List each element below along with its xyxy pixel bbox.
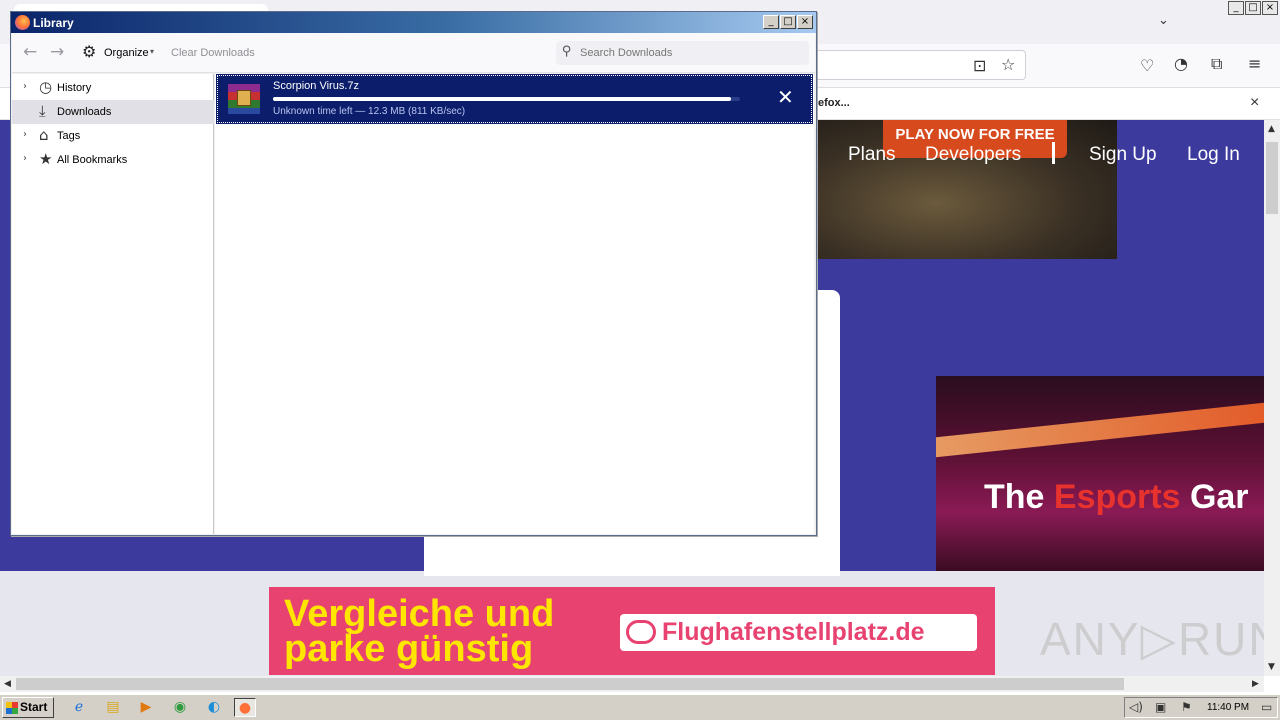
- chevron-down-icon: ▾: [150, 47, 155, 56]
- explorer-icon[interactable]: ▤: [102, 698, 124, 717]
- stage-lights: [936, 402, 1264, 458]
- browser-minimize-button[interactable]: _: [1228, 1, 1244, 15]
- vertical-scrollbar[interactable]: ▲ ▼: [1264, 120, 1280, 676]
- scroll-right-icon[interactable]: ▶: [1252, 679, 1259, 689]
- twisty-icon[interactable]: ›: [23, 129, 27, 140]
- winrar-archive-icon: [228, 84, 260, 114]
- sidebar-item-label: History: [57, 82, 92, 94]
- edge-icon[interactable]: ◐: [203, 698, 225, 717]
- esports-heading: The Esports Gar: [984, 478, 1249, 516]
- clock: 11:40 PM: [1207, 702, 1250, 713]
- library-close-button[interactable]: ×: [797, 15, 813, 29]
- volume-icon[interactable]: ◁): [1129, 700, 1143, 714]
- ad-cta-button[interactable]: Flughafenstellplatz.de: [620, 614, 977, 651]
- search-box[interactable]: ⚲: [556, 41, 809, 65]
- account-icon[interactable]: ◔: [1174, 54, 1188, 73]
- library-toolbar: ← → ⚙ Organize ▾ Clear Downloads ⚲: [12, 33, 815, 73]
- scroll-up-icon[interactable]: ▲: [1268, 124, 1275, 134]
- download-icon: ⤓: [39, 102, 46, 120]
- notification-text: efox...: [818, 97, 850, 109]
- taskbar: Start ℯ ▤ ▶ ◉ ◐ ● ◁) ▣ ⚑ 11:40 PM ▭: [0, 694, 1280, 720]
- flag-icon[interactable]: ⚑: [1181, 700, 1192, 714]
- downloads-list: Scorpion Virus.7z Unknown time left — 12…: [215, 74, 814, 534]
- url-bar[interactable]: ⊡ ☆: [815, 50, 1026, 80]
- advertisement-banner[interactable]: Vergleiche und parke günstig Flughafenst…: [269, 587, 995, 675]
- library-minimize-button[interactable]: _: [763, 15, 779, 29]
- star-icon: ★: [39, 150, 53, 168]
- sidebar-item-all-bookmarks[interactable]: › ★ All Bookmarks: [12, 148, 214, 172]
- chevron-down-icon[interactable]: ⌄: [1158, 12, 1169, 28]
- sidebar-item-label: All Bookmarks: [57, 154, 128, 166]
- search-icon: ⚲: [562, 44, 572, 59]
- nav-divider: [1052, 142, 1055, 164]
- horizontal-scroll-thumb[interactable]: [16, 678, 1124, 690]
- show-desktop-icon[interactable]: ▭: [1261, 700, 1272, 714]
- library-window: Library _ □ × ← → ⚙ Organize ▾ Clear Dow…: [10, 11, 817, 536]
- sidebar-item-label: Tags: [57, 130, 81, 142]
- download-status: Unknown time left — 12.3 MB (811 KB/sec): [273, 106, 466, 117]
- scroll-left-icon[interactable]: ◀: [4, 679, 11, 689]
- firefox-icon[interactable]: ●: [234, 698, 256, 717]
- clock-icon: ◷: [39, 78, 53, 96]
- start-button[interactable]: Start: [2, 697, 54, 718]
- library-sidebar: › ◷ History ⤓ Downloads › ⌂ Tags › ★ All…: [12, 74, 214, 534]
- download-item[interactable]: Scorpion Virus.7z Unknown time left — 12…: [216, 74, 813, 124]
- sidebar-item-history[interactable]: › ◷ History: [12, 76, 214, 100]
- download-filename: Scorpion Virus.7z: [273, 80, 360, 92]
- twisty-icon[interactable]: ›: [23, 81, 27, 92]
- bookmark-star-icon[interactable]: ☆: [1001, 55, 1015, 74]
- nav-log-in-link[interactable]: Log In: [1187, 144, 1240, 166]
- forward-arrow-icon[interactable]: →: [50, 42, 64, 62]
- download-progress-bar: [273, 97, 740, 101]
- browser-maximize-button[interactable]: □: [1245, 1, 1261, 15]
- horizontal-scrollbar[interactable]: ◀ ▶: [0, 676, 1264, 692]
- organize-label: Organize: [104, 47, 149, 59]
- vertical-scroll-thumb[interactable]: [1266, 142, 1278, 214]
- start-label: Start: [20, 700, 48, 714]
- network-icon[interactable]: ▣: [1155, 700, 1166, 714]
- ad-headline-2: parke günstig: [284, 628, 534, 670]
- download-progress-fill: [273, 97, 731, 101]
- anyrun-watermark: ANY▷RUN: [1040, 613, 1264, 665]
- menu-icon[interactable]: ≡: [1248, 54, 1261, 73]
- extensions-icon[interactable]: ⧉: [1211, 54, 1222, 74]
- library-title-bar[interactable]: Library _ □ ×: [11, 12, 816, 33]
- sidebar-item-tags[interactable]: › ⌂ Tags: [12, 124, 214, 148]
- ad-cta-label: Flughafenstellplatz.de: [662, 618, 925, 646]
- library-title: Library: [33, 16, 74, 30]
- search-input[interactable]: [580, 41, 805, 65]
- nav-plans-link[interactable]: Plans: [848, 144, 896, 166]
- tag-icon: ⌂: [39, 126, 49, 144]
- nav-developers-link[interactable]: Developers: [925, 144, 1021, 166]
- car-icon: [626, 620, 656, 644]
- windows-logo-icon: [6, 702, 18, 714]
- browser-close-button[interactable]: ×: [1262, 1, 1278, 15]
- system-tray: ◁) ▣ ⚑ 11:40 PM ▭: [1124, 697, 1278, 718]
- firefox-icon: [15, 15, 30, 30]
- gear-icon: ⚙: [82, 42, 97, 61]
- sidebar-item-downloads[interactable]: ⤓ Downloads: [12, 100, 214, 124]
- pocket-icon[interactable]: ♡: [1140, 56, 1154, 75]
- ie-icon[interactable]: ℯ: [68, 698, 90, 717]
- scroll-down-icon[interactable]: ▼: [1268, 662, 1275, 672]
- twisty-icon[interactable]: ›: [23, 153, 27, 164]
- esports-promo-card[interactable]: The Esports Gar: [936, 376, 1264, 571]
- nav-sign-up-link[interactable]: Sign Up: [1089, 144, 1157, 166]
- chrome-icon[interactable]: ◉: [169, 698, 191, 717]
- media-player-icon[interactable]: ▶: [135, 698, 157, 717]
- cancel-download-button[interactable]: ✕: [777, 87, 794, 107]
- clear-downloads-button[interactable]: Clear Downloads: [171, 47, 255, 59]
- library-maximize-button[interactable]: □: [780, 15, 796, 29]
- sidebar-item-label: Downloads: [57, 106, 112, 118]
- back-arrow-icon[interactable]: ←: [23, 42, 37, 62]
- reader-view-icon[interactable]: ⊡: [973, 56, 986, 75]
- close-icon[interactable]: ×: [1250, 94, 1259, 112]
